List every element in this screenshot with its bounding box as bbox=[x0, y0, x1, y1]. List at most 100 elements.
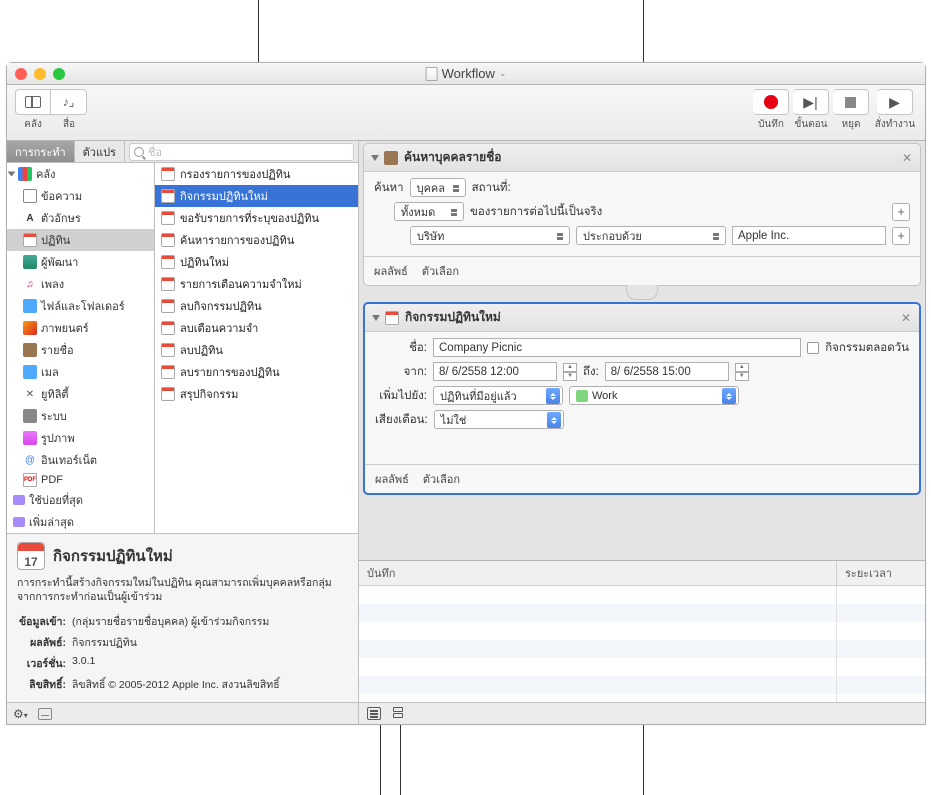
category-files[interactable]: ไฟล์และโฟลเดอร์ bbox=[7, 295, 154, 317]
to-datetime-input[interactable]: 8/ 6/2558 15:00 bbox=[605, 362, 729, 381]
category-movies[interactable]: ภาพยนตร์ bbox=[7, 317, 154, 339]
chevron-down-icon[interactable]: ⌄ bbox=[499, 68, 507, 79]
calendar-icon bbox=[161, 321, 175, 335]
actions-list[interactable]: กรองรายการของปฏิทิน กิจกรรมปฏิทินใหม่ ขอ… bbox=[155, 163, 358, 533]
close-icon[interactable]: ✕ bbox=[901, 311, 911, 325]
stop-button[interactable] bbox=[833, 89, 869, 115]
log-column-duration[interactable]: ระยะเวลา bbox=[837, 561, 925, 585]
utility-icon: ✕ bbox=[23, 387, 37, 401]
most-used[interactable]: ใช้บ่อยที่สุด bbox=[7, 489, 154, 511]
search-input[interactable]: ชื่อ bbox=[129, 143, 354, 161]
list-item[interactable]: กิจกรรมปฏิทินใหม่ bbox=[155, 185, 358, 207]
to-stepper[interactable]: ▲▼ bbox=[735, 363, 749, 381]
category-system[interactable]: ระบบ bbox=[7, 405, 154, 427]
category-list[interactable]: คลัง ข้อความ Aตัวอักษร ปฏิทิน ผู้พัฒนา ♫… bbox=[7, 163, 155, 533]
category-mail[interactable]: เมล bbox=[7, 361, 154, 383]
add-row-button[interactable]: + bbox=[892, 227, 910, 245]
category-font[interactable]: Aตัวอักษร bbox=[7, 207, 154, 229]
results-tab[interactable]: ผลลัพธ์ bbox=[374, 262, 408, 280]
media-label: สื่อ bbox=[51, 117, 87, 132]
color-swatch-icon bbox=[576, 390, 588, 402]
list-item[interactable]: ลบรายการของปฏิทิน bbox=[155, 361, 358, 383]
field-select[interactable]: บริษัท bbox=[410, 226, 570, 245]
from-datetime-input[interactable]: 8/ 6/2558 12:00 bbox=[433, 362, 557, 381]
list-item[interactable]: ปฏิทินใหม่ bbox=[155, 251, 358, 273]
calendar-icon bbox=[161, 299, 175, 313]
scope-select[interactable]: ทั้งหมด bbox=[394, 202, 464, 221]
movie-icon bbox=[23, 321, 37, 335]
value-input[interactable]: Apple Inc. bbox=[732, 226, 886, 245]
search-placeholder: ชื่อ bbox=[148, 143, 162, 161]
workflow-panel: ค้นหาบุคคลรายชื่อ ✕ ค้นหา บุคคล สถานที่:… bbox=[359, 141, 925, 724]
tab-variables[interactable]: ตัวแปร bbox=[75, 141, 125, 162]
find-type-select[interactable]: บุคคล bbox=[410, 178, 466, 197]
category-internet[interactable]: @อินเทอร์เน็ต bbox=[7, 449, 154, 471]
library-toggle-button[interactable] bbox=[15, 89, 51, 115]
workflow-canvas[interactable]: ค้นหาบุคคลรายชื่อ ✕ ค้นหา บุคคล สถานที่:… bbox=[359, 141, 925, 560]
info-version-value: 3.0.1 bbox=[72, 654, 284, 673]
info-description: การกระทำนี้สร้างกิจกรรมใหม่ในปฏิทิน คุณส… bbox=[17, 576, 348, 604]
event-name-input[interactable]: Company Picnic bbox=[433, 338, 801, 357]
category-pdf[interactable]: PDFPDF bbox=[7, 471, 154, 489]
results-tab[interactable]: ผลลัพธ์ bbox=[375, 470, 409, 488]
panel-icon bbox=[25, 96, 41, 108]
list-item[interactable]: รายการเตือนความจำใหม่ bbox=[155, 273, 358, 295]
add-condition-button[interactable]: + bbox=[892, 203, 910, 221]
titlebar: Workflow ⌄ bbox=[7, 63, 925, 85]
log-column-record[interactable]: บันทึก bbox=[359, 561, 837, 585]
log-view-icon[interactable] bbox=[367, 707, 381, 720]
close-window-icon[interactable] bbox=[15, 68, 27, 80]
calendar-select[interactable]: Work bbox=[569, 386, 739, 405]
callout-line bbox=[380, 725, 381, 795]
media-toggle-button[interactable]: ♪⌟ bbox=[51, 89, 87, 115]
folder-icon bbox=[23, 299, 37, 313]
info-title: กิจกรรมปฏิทินใหม่ bbox=[53, 544, 173, 568]
run-button[interactable]: ▶ bbox=[877, 89, 913, 115]
info-output-label: ผลลัพธ์: bbox=[19, 633, 70, 652]
action-find-contacts[interactable]: ค้นหาบุคคลรายชื่อ ✕ ค้นหา บุคคล สถานที่:… bbox=[363, 143, 921, 286]
traffic-lights[interactable] bbox=[7, 68, 65, 80]
list-item[interactable]: ลบปฏิทิน bbox=[155, 339, 358, 361]
zoom-window-icon[interactable] bbox=[53, 68, 65, 80]
list-item[interactable]: ขอรับรายการที่ระบุของปฏิทิน bbox=[155, 207, 358, 229]
system-icon bbox=[23, 409, 37, 423]
step-button[interactable]: ▶| bbox=[793, 89, 829, 115]
category-developer[interactable]: ผู้พัฒนา bbox=[7, 251, 154, 273]
list-item[interactable]: กรองรายการของปฏิทิน bbox=[155, 163, 358, 185]
tab-actions[interactable]: การกระทำ bbox=[7, 141, 75, 162]
options-tab[interactable]: ตัวเลือก bbox=[422, 262, 459, 280]
gear-icon[interactable]: ⚙︎▾ bbox=[13, 707, 28, 721]
category-music[interactable]: ♫เพลง bbox=[7, 273, 154, 295]
list-item[interactable]: ค้นหารายการของปฏิทิน bbox=[155, 229, 358, 251]
operator-select[interactable]: ประกอบด้วย bbox=[576, 226, 726, 245]
record-button[interactable] bbox=[753, 89, 789, 115]
recently-added[interactable]: เพิ่มล่าสุด bbox=[7, 511, 154, 533]
close-icon[interactable]: ✕ bbox=[902, 151, 912, 165]
disclosure-icon[interactable] bbox=[371, 155, 379, 161]
info-toggle-icon[interactable] bbox=[38, 708, 52, 720]
window-title[interactable]: Workflow ⌄ bbox=[426, 66, 507, 81]
from-stepper[interactable]: ▲▼ bbox=[563, 363, 577, 381]
smart-folder-icon bbox=[13, 495, 25, 505]
options-tab[interactable]: ตัวเลือก bbox=[423, 470, 460, 488]
library-label: คลัง bbox=[15, 117, 51, 132]
list-item[interactable]: ลบกิจกรรมปฏิทิน bbox=[155, 295, 358, 317]
addto-select[interactable]: ปฏิทินที่มีอยู่แล้ว bbox=[433, 386, 563, 405]
minimize-window-icon[interactable] bbox=[34, 68, 46, 80]
media-icon: ♪⌟ bbox=[63, 95, 75, 109]
action-new-calendar-event[interactable]: กิจกรรมปฏิทินใหม่ ✕ ชื่อ: Company Picnic… bbox=[363, 302, 921, 495]
category-contacts[interactable]: รายชื่อ bbox=[7, 339, 154, 361]
list-item[interactable]: สรุปกิจกรรม bbox=[155, 383, 358, 405]
disclosure-icon[interactable] bbox=[372, 315, 380, 321]
category-photos[interactable]: รูปภาพ bbox=[7, 427, 154, 449]
font-icon: A bbox=[23, 211, 37, 225]
callout-line bbox=[643, 0, 644, 62]
variables-view-icon[interactable] bbox=[391, 707, 405, 720]
category-text[interactable]: ข้อความ bbox=[7, 185, 154, 207]
alarm-select[interactable]: ไม่ใช่ bbox=[434, 410, 564, 429]
category-calendar[interactable]: ปฏิทิน bbox=[7, 229, 154, 251]
library-header[interactable]: คลัง bbox=[7, 163, 154, 185]
list-item[interactable]: ลบเตือนความจำ bbox=[155, 317, 358, 339]
allday-checkbox[interactable] bbox=[807, 342, 819, 354]
category-utilities[interactable]: ✕ยูทิลิตี้ bbox=[7, 383, 154, 405]
